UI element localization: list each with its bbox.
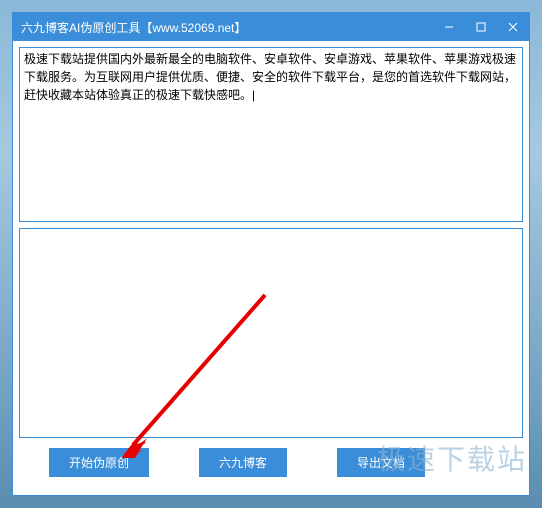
titlebar: 六九博客AI伪原创工具【www.52069.net】 [13,13,529,41]
export-button[interactable]: 导出文档 [337,448,425,477]
content-area: 开始伪原创 六九博客 导出文档 [13,41,529,495]
start-button[interactable]: 开始伪原创 [49,448,149,477]
blog-button[interactable]: 六九博客 [199,448,287,477]
input-textarea[interactable] [19,47,523,222]
output-textarea[interactable] [19,228,523,438]
close-button[interactable] [497,13,529,41]
window-controls [433,13,529,41]
app-window: 六九博客AI伪原创工具【www.52069.net】 开始伪原创 六九博客 导出… [12,12,530,496]
window-title: 六九博客AI伪原创工具【www.52069.net】 [21,19,246,36]
maximize-button[interactable] [465,13,497,41]
minimize-button[interactable] [433,13,465,41]
button-row: 开始伪原创 六九博客 导出文档 [19,444,523,485]
